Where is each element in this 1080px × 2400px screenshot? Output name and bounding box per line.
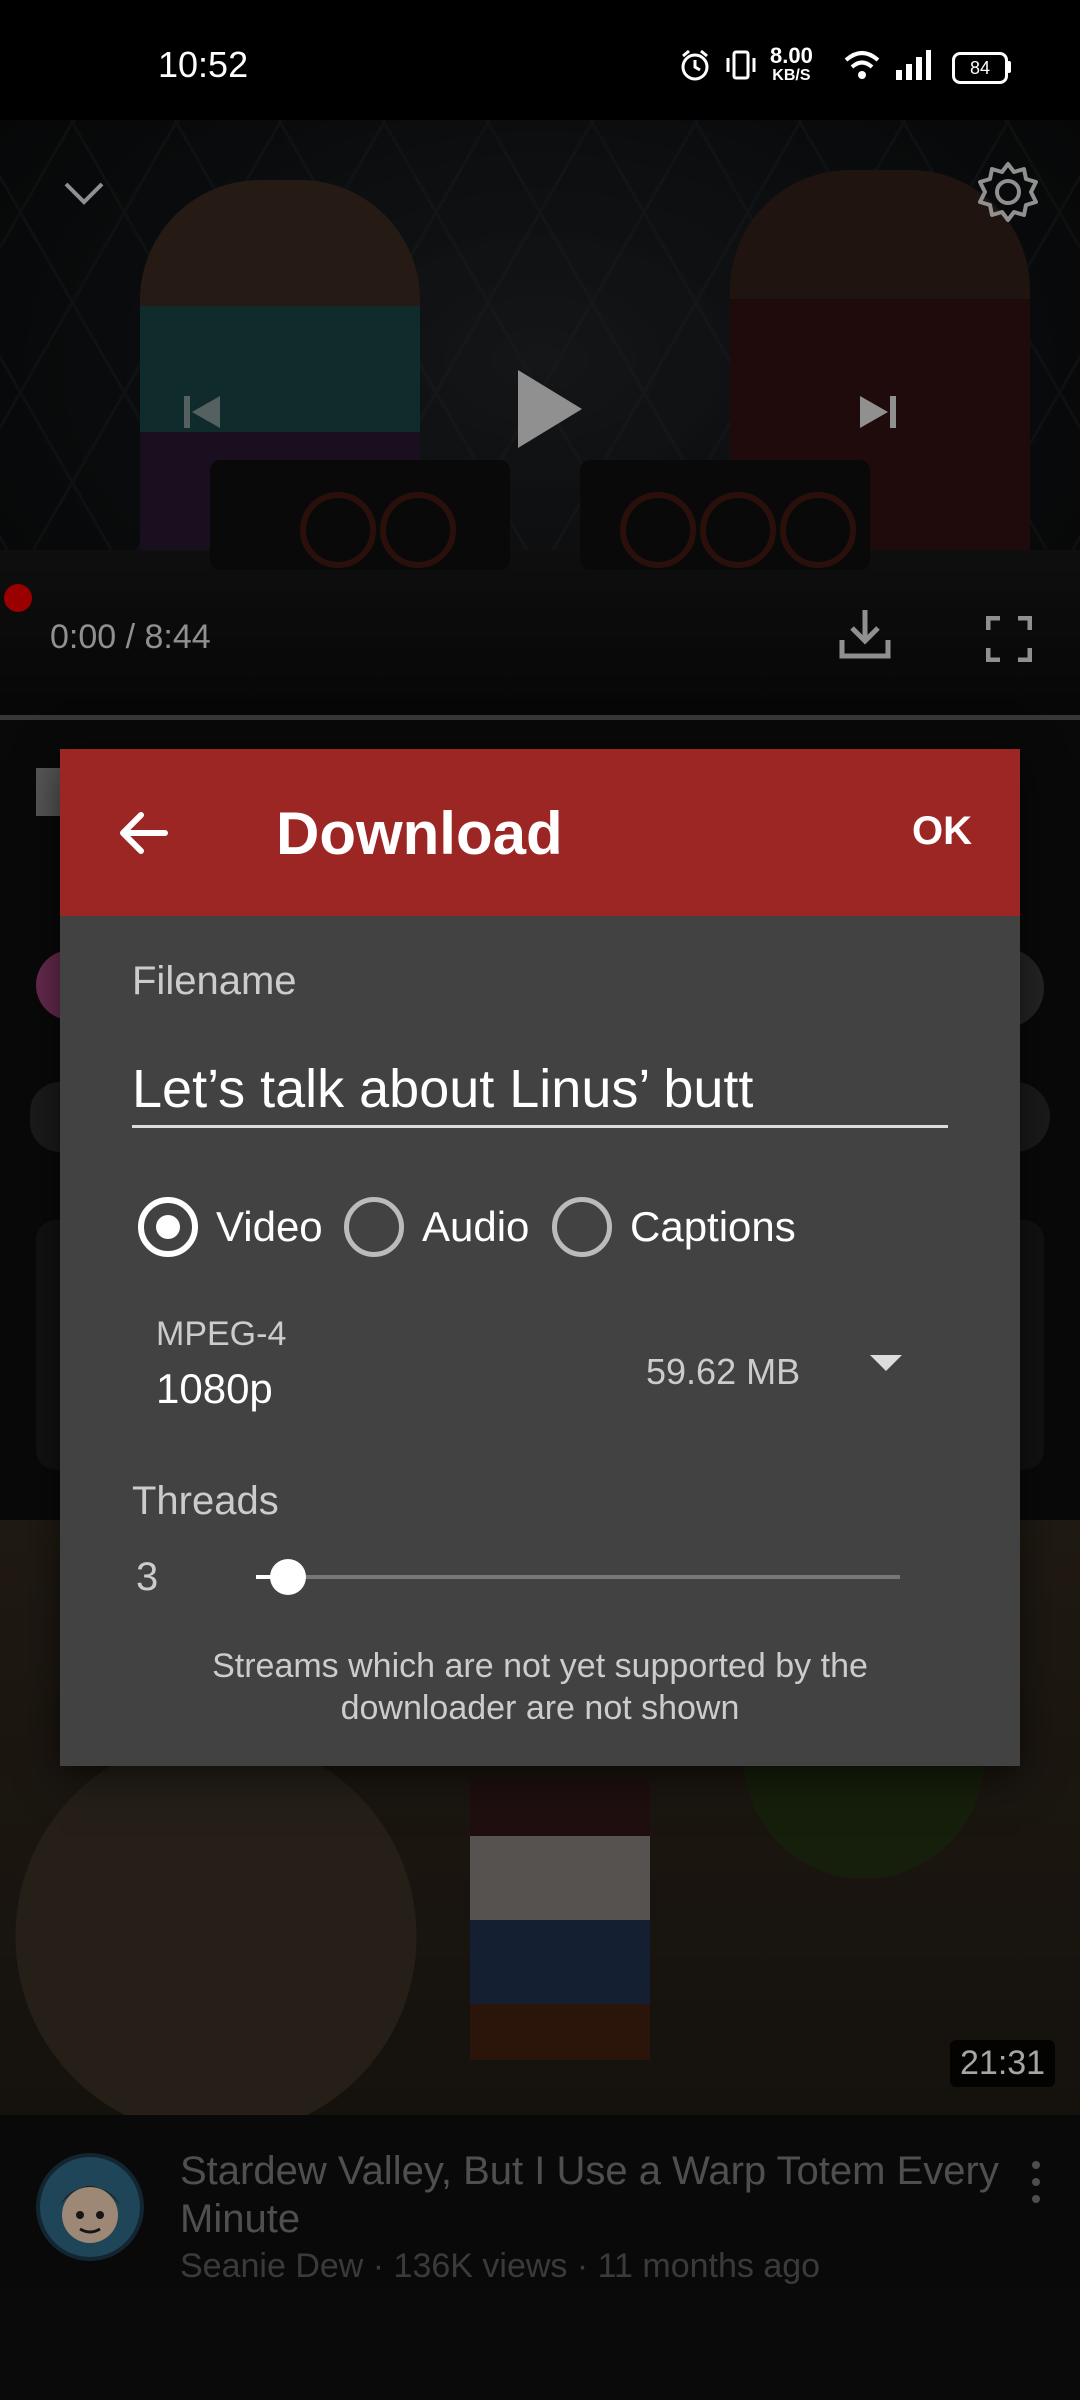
- status-bar: 10:52 8.00 KB/S 84: [0, 0, 1080, 120]
- threads-value: 3: [136, 1555, 159, 1599]
- filename-label: Filename: [132, 959, 297, 1003]
- status-time: 10:52: [158, 44, 249, 85]
- alarm-icon: [681, 49, 709, 81]
- radio-captions-circle[interactable]: [552, 1197, 612, 1257]
- radio-video-label: Video: [216, 1203, 323, 1250]
- format-name: MPEG-4: [156, 1315, 287, 1353]
- radio-audio-label: Audio: [422, 1203, 530, 1250]
- threads-label: Threads: [132, 1479, 279, 1523]
- ok-button[interactable]: OK: [912, 809, 972, 854]
- dialog-header: Download OK: [60, 749, 1020, 916]
- radio-selected-dot: [156, 1215, 180, 1239]
- threads-slider-thumb[interactable]: [270, 1559, 307, 1595]
- vibrate-icon: [726, 50, 756, 80]
- net-speed: 8.00 KB/S: [770, 43, 813, 85]
- unsupported-streams-notice: Streams which are not yet supported by t…: [212, 1647, 868, 1727]
- dropdown-arrow-icon[interactable]: [870, 1355, 902, 1371]
- filename-input[interactable]: [132, 1059, 948, 1128]
- radio-captions-label: Captions: [630, 1203, 796, 1250]
- battery-tip: [1007, 61, 1011, 73]
- dialog-title: Download: [276, 800, 563, 867]
- format-resolution: 1080p: [156, 1365, 273, 1412]
- download-dialog: Download OK Filename Video Audio Caption…: [60, 749, 1020, 1766]
- back-arrow-icon[interactable]: [115, 805, 171, 861]
- radio-video-circle[interactable]: [138, 1197, 198, 1257]
- signal-icon: [896, 50, 931, 80]
- threads-slider-track[interactable]: [256, 1575, 900, 1579]
- battery-indicator: 84: [952, 52, 1008, 84]
- format-size: 59.62 MB: [646, 1351, 801, 1392]
- radio-audio-circle[interactable]: [344, 1197, 404, 1257]
- wifi-icon: [844, 51, 880, 79]
